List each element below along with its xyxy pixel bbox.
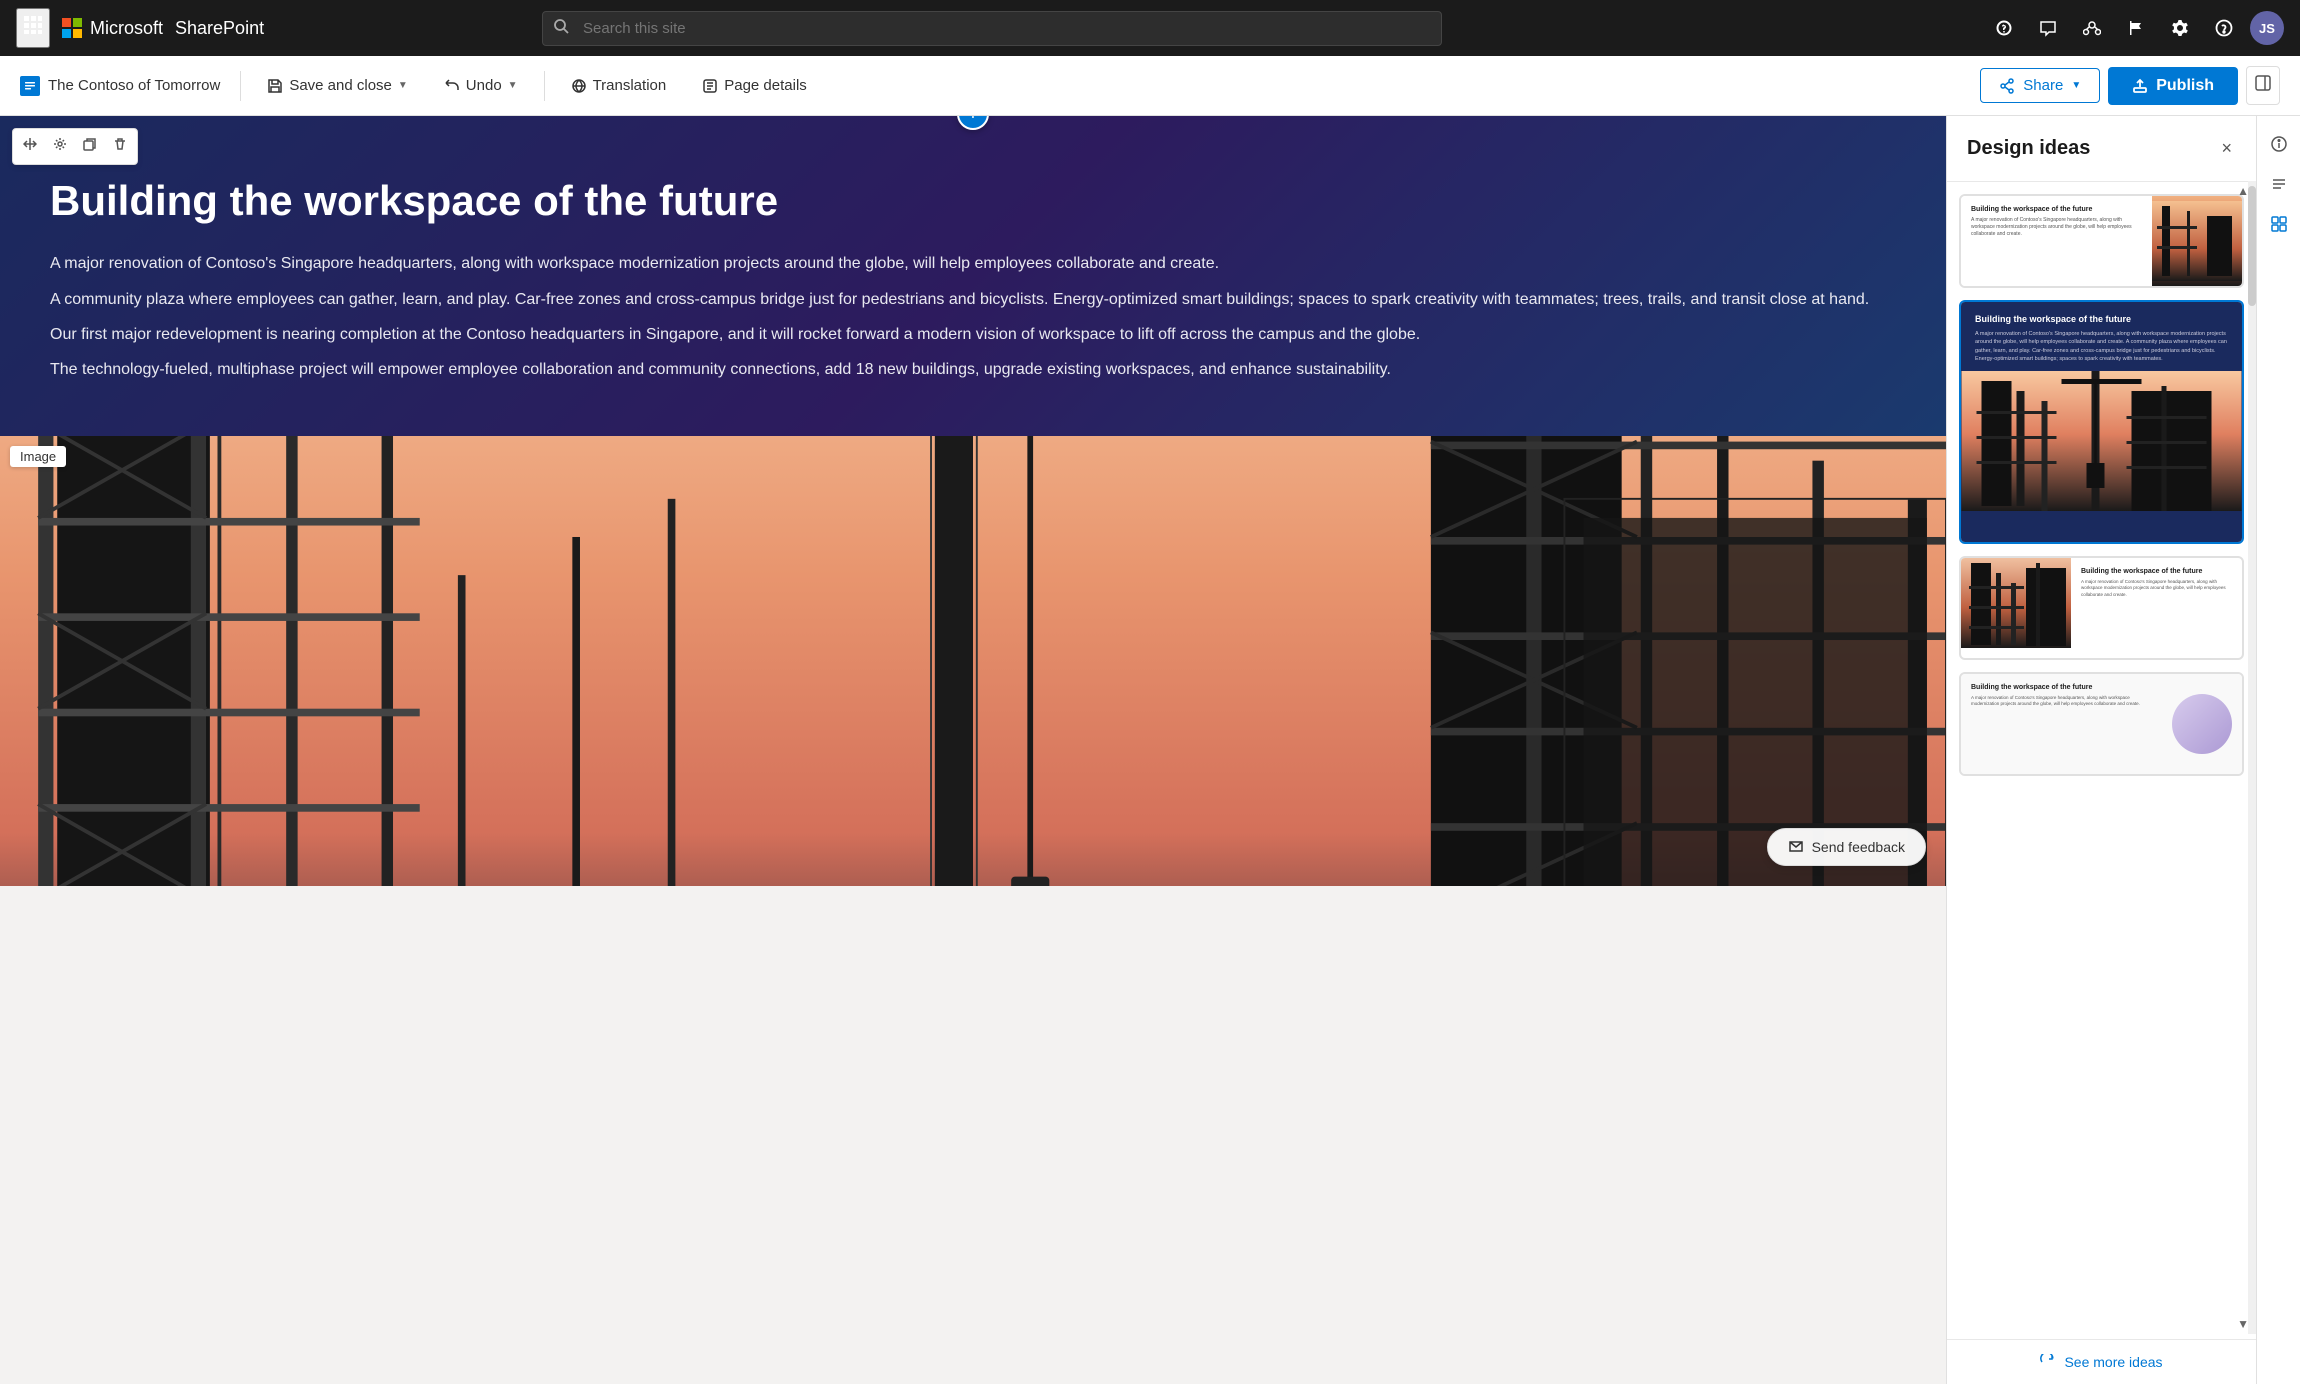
save-close-button[interactable]: Save and close ▼ <box>253 69 421 102</box>
design-panel-close-button[interactable]: × <box>2217 134 2236 163</box>
right-sidebar <box>2256 116 2300 1384</box>
top-navigation: Microsoft SharePoint JS <box>0 0 2300 56</box>
design-panel-title: Design ideas <box>1967 137 2090 160</box>
right-sidebar-design-button[interactable] <box>2261 206 2297 242</box>
image-section: Image <box>0 436 1946 886</box>
main-area: + Building the worksp <box>0 116 2300 1384</box>
design-card-1-inner: Building the workspace of the future A m… <box>1961 196 2242 286</box>
publish-label: Publish <box>2156 77 2214 95</box>
translation-label: Translation <box>593 77 667 94</box>
design-card-4-body: A major renovation of Contoso's Singapor… <box>1971 695 2152 708</box>
block-duplicate-button[interactable] <box>77 133 103 160</box>
toolbar-divider-1 <box>240 71 241 101</box>
design-card-4-decoration <box>2162 674 2242 774</box>
page-title: The Contoso of Tomorrow <box>48 77 220 94</box>
share-label: Share <box>2023 77 2063 94</box>
nav-chat-button[interactable] <box>2030 10 2066 46</box>
nav-social-button[interactable] <box>2074 10 2110 46</box>
panel-scrollbar-thumb <box>2248 186 2256 306</box>
design-card-2-image <box>1961 371 2242 511</box>
hero-para-4: The technology-fueled, multiphase projec… <box>50 356 1896 383</box>
hero-title: Building the workspace of the future <box>50 176 1896 226</box>
design-card-2-inner: Building the workspace of the future A m… <box>1961 302 2242 542</box>
block-delete-button[interactable] <box>107 133 133 160</box>
panel-scrollbar[interactable] <box>2248 181 2256 1334</box>
construction-image <box>0 436 1946 886</box>
nav-help-portal-button[interactable] <box>1986 10 2022 46</box>
app-name-label: SharePoint <box>175 18 264 39</box>
hero-para-1: A major renovation of Contoso's Singapor… <box>50 250 1896 277</box>
app-launcher-button[interactable] <box>16 8 50 48</box>
nav-question-button[interactable] <box>2206 10 2242 46</box>
toolbar-brand: The Contoso of Tomorrow <box>20 76 220 96</box>
design-card-3-title: Building the workspace of the future <box>2081 568 2232 575</box>
hero-para-2: A community plaza where employees can ga… <box>50 286 1896 313</box>
hero-section: Building the workspace of the future A m… <box>0 116 1946 436</box>
design-card-3-image <box>1961 558 2071 658</box>
design-card-2-title: Building the workspace of the future <box>1975 314 2228 324</box>
design-card-4-inner: Building the workspace of the future A m… <box>1961 674 2242 774</box>
see-more-label: See more ideas <box>2064 1354 2162 1370</box>
page-icon <box>20 76 40 96</box>
editor-content: Building the workspace of the future A m… <box>0 116 1946 886</box>
search-bar-container <box>542 11 1442 46</box>
design-card-2[interactable]: Building the workspace of the future A m… <box>1959 300 2244 544</box>
design-panel-header: Design ideas × <box>1947 116 2256 182</box>
undo-button[interactable]: Undo ▼ <box>430 69 532 102</box>
design-card-2-body: A major renovation of Contoso's Singapor… <box>1975 330 2228 363</box>
block-controls-toolbar <box>12 128 138 165</box>
right-sidebar-align-button[interactable] <box>2261 166 2297 202</box>
design-card-3-body: A major renovation of Contoso's Singapor… <box>2081 579 2232 598</box>
block-move-button[interactable] <box>17 133 43 160</box>
share-button[interactable]: Share ▼ <box>1980 68 2100 103</box>
page-details-button[interactable]: Page details <box>688 69 821 102</box>
image-label-badge: Image <box>10 446 66 467</box>
design-ideas-panel: Design ideas × Building the workspace of… <box>1946 116 2256 1384</box>
microsoft-logo[interactable]: Microsoft SharePoint <box>62 18 264 39</box>
right-sidebar-info-button[interactable] <box>2261 126 2297 162</box>
undo-chevron: ▼ <box>508 80 518 91</box>
design-card-3[interactable]: Building the workspace of the future A m… <box>1959 556 2244 660</box>
save-close-label: Save and close <box>289 77 392 94</box>
send-feedback-button[interactable]: Send feedback <box>1767 828 1926 866</box>
block-settings-button[interactable] <box>47 133 73 160</box>
hero-para-3: Our first major redevelopment is nearing… <box>50 321 1896 348</box>
user-avatar[interactable]: JS <box>2250 11 2284 45</box>
microsoft-logo-text: Microsoft <box>90 18 163 39</box>
design-card-4-title: Building the workspace of the future <box>1971 684 2152 691</box>
nav-actions: JS <box>1986 10 2284 46</box>
design-card-4-text: Building the workspace of the future A m… <box>1961 674 2162 774</box>
page-details-label: Page details <box>724 77 807 94</box>
publish-button[interactable]: Publish <box>2108 67 2238 105</box>
search-input[interactable] <box>542 11 1442 46</box>
toolbar: The Contoso of Tomorrow Save and close ▼… <box>0 56 2300 116</box>
save-close-chevron: ▼ <box>398 80 408 91</box>
design-card-1[interactable]: Building the workspace of the future A m… <box>1959 194 2244 288</box>
send-feedback-label: Send feedback <box>1812 839 1905 855</box>
design-card-3-inner: Building the workspace of the future A m… <box>1961 558 2242 658</box>
design-card-4[interactable]: Building the workspace of the future A m… <box>1959 672 2244 776</box>
share-chevron: ▼ <box>2071 80 2081 91</box>
design-ideas-list[interactable]: Building the workspace of the future A m… <box>1947 182 2256 1339</box>
nav-flag-button[interactable] <box>2118 10 2154 46</box>
design-card-3-text: Building the workspace of the future A m… <box>2071 558 2242 658</box>
design-card-1-body: A major renovation of Contoso's Singapor… <box>1971 217 2142 238</box>
design-card-1-text: Building the workspace of the future A m… <box>1961 196 2152 286</box>
design-card-1-title: Building the workspace of the future <box>1971 206 2142 213</box>
hero-body: A major renovation of Contoso's Singapor… <box>50 250 1896 383</box>
nav-settings-button[interactable] <box>2162 10 2198 46</box>
collapse-panel-button[interactable] <box>2246 66 2280 105</box>
design-card-2-header: Building the workspace of the future A m… <box>1961 302 2242 371</box>
translation-button[interactable]: Translation <box>557 69 681 102</box>
undo-label: Undo <box>466 77 502 94</box>
editor-area[interactable]: + Building the worksp <box>0 116 1946 1384</box>
search-icon <box>554 19 569 38</box>
design-card-1-image <box>2152 196 2242 286</box>
see-more-ideas-button[interactable]: See more ideas <box>1947 1339 2256 1384</box>
toolbar-divider-2 <box>544 71 545 101</box>
